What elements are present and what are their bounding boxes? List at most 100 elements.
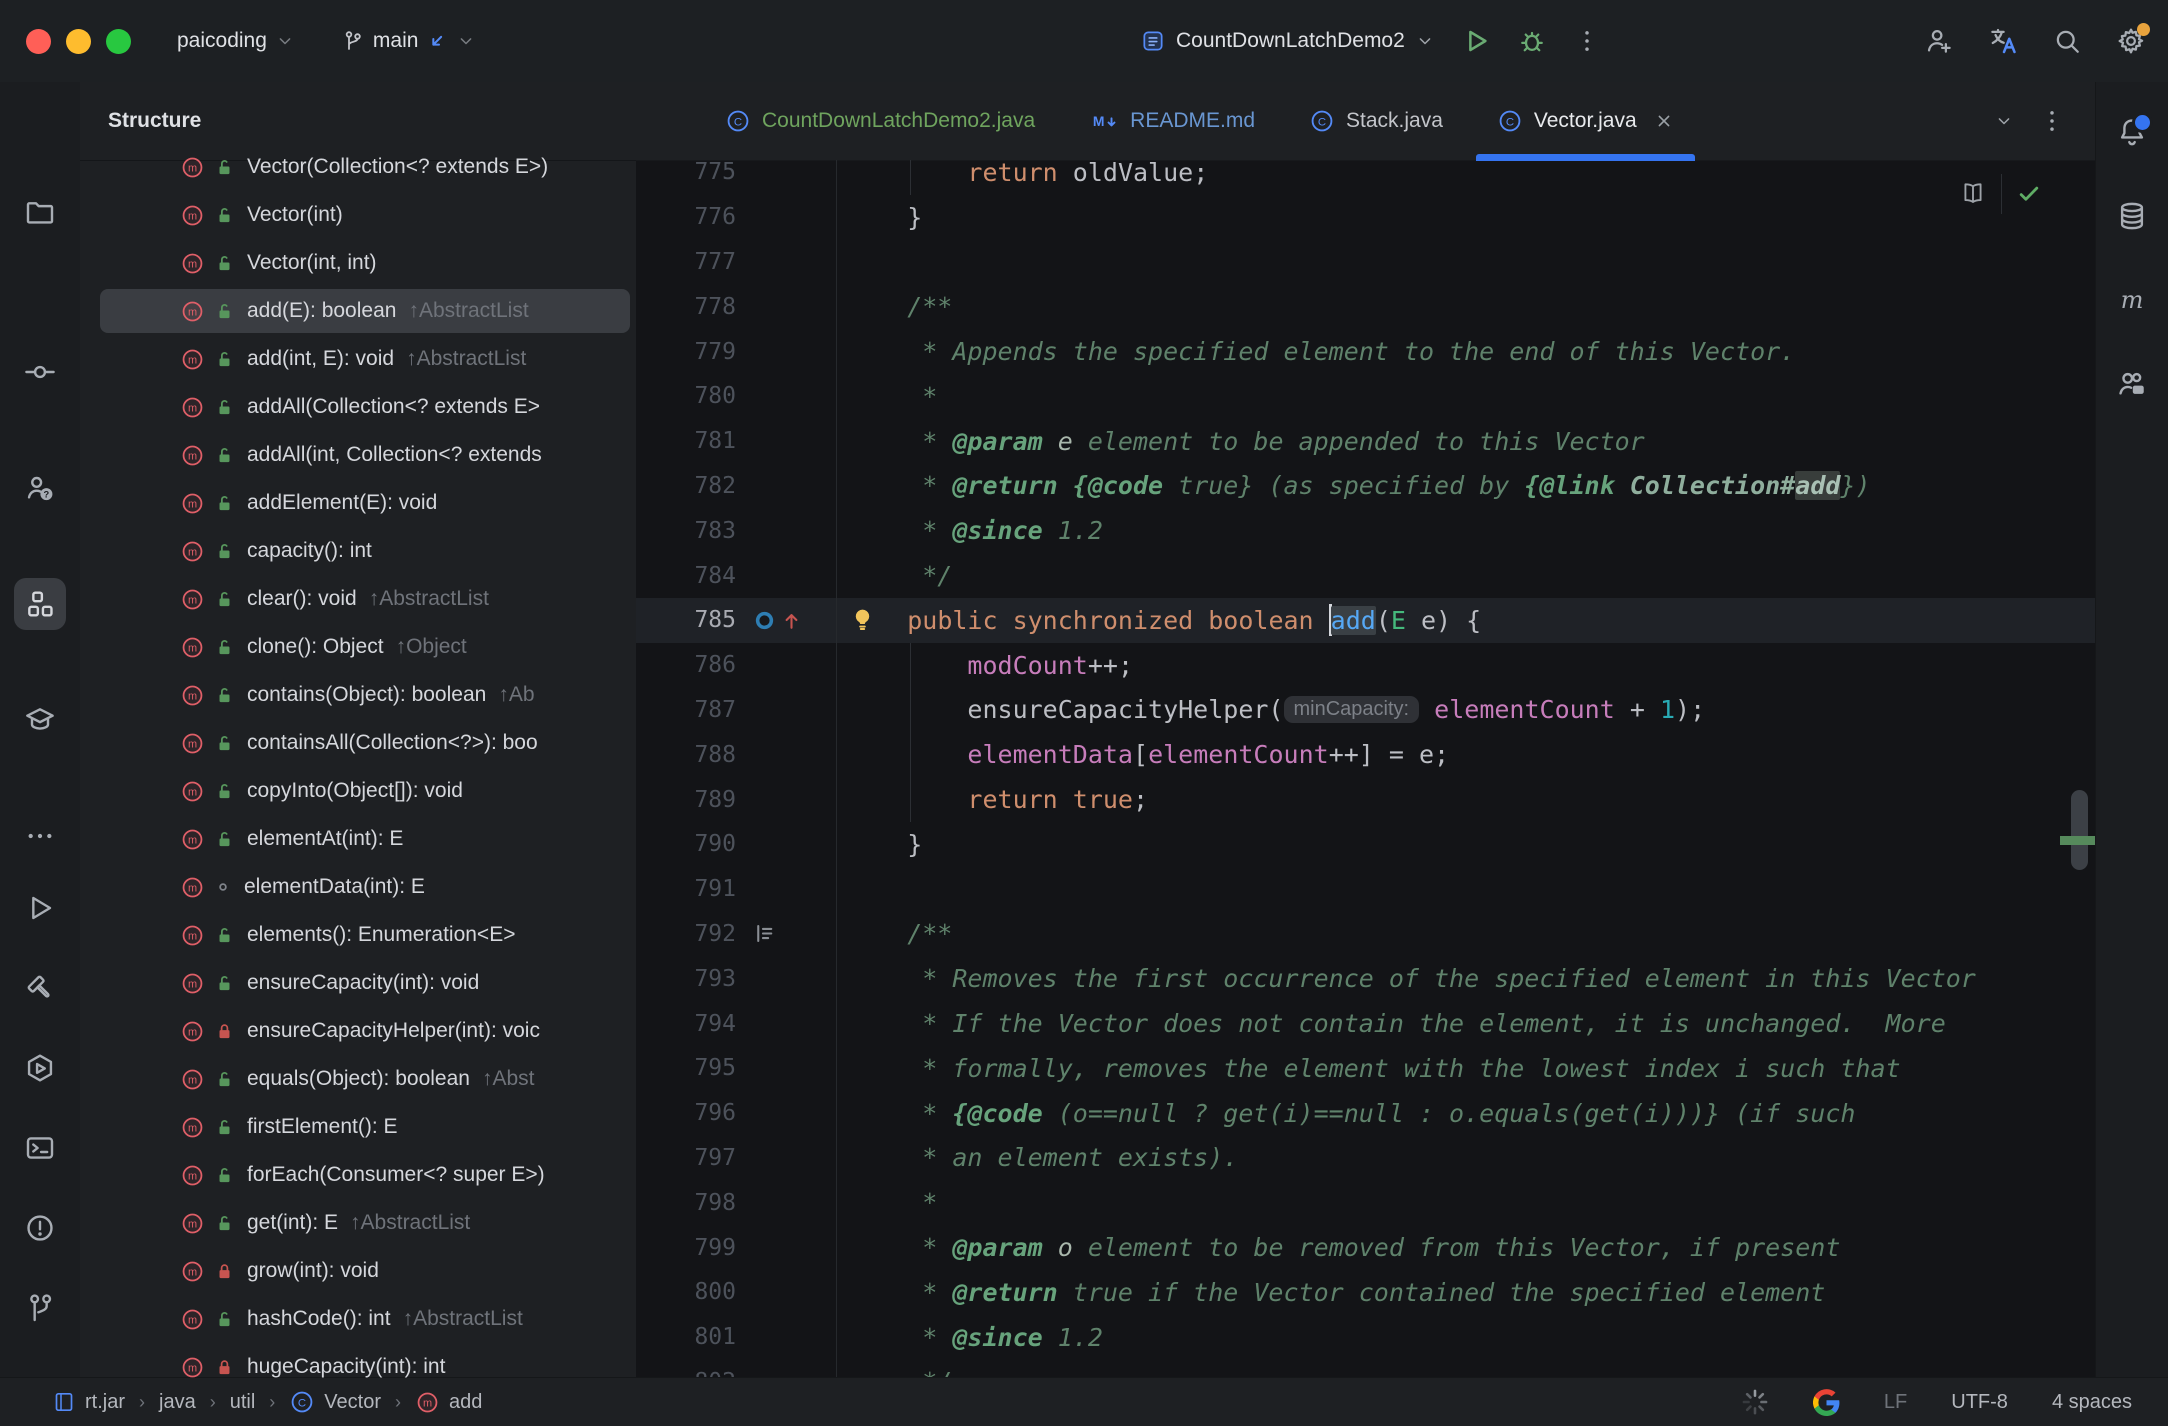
close-window-button[interactable] <box>26 29 51 54</box>
structure-item[interactable]: maddAll(int, Collection<? extends <box>80 431 636 479</box>
settings-button[interactable] <box>2116 26 2146 56</box>
maximize-window-button[interactable] <box>106 29 131 54</box>
line-number[interactable]: 798 <box>636 1190 746 1216</box>
project-selector[interactable]: paicoding <box>177 29 295 53</box>
line-number[interactable]: 775 <box>636 160 746 185</box>
line-number[interactable]: 780 <box>636 383 746 409</box>
structure-item[interactable]: mget(int): E↑AbstractList <box>80 1199 636 1247</box>
line-number[interactable]: 776 <box>636 204 746 230</box>
structure-item[interactable]: melementData(int): E <box>80 863 636 911</box>
line-number[interactable]: 790 <box>636 831 746 857</box>
line-number[interactable]: 793 <box>636 966 746 992</box>
translate-icon[interactable] <box>1988 26 2018 56</box>
line-number[interactable]: 792 <box>636 921 746 947</box>
line-number[interactable]: 789 <box>636 787 746 813</box>
override-dot-icon[interactable] <box>752 608 777 633</box>
structure-item[interactable]: mVector(Collection<? extends E>) <box>80 143 636 191</box>
code-line[interactable]: 792 /** <box>636 912 2096 957</box>
intention-lightbulb-icon[interactable] <box>849 607 876 634</box>
code-line[interactable]: 780 * <box>636 374 2096 419</box>
tab-list-chevron-icon[interactable] <box>1994 82 2014 160</box>
code-line[interactable]: 787 ensureCapacityHelper(minCapacity: el… <box>636 688 2096 733</box>
breadcrumb-item[interactable]: CVector <box>289 1389 381 1415</box>
line-number[interactable]: 801 <box>636 1324 746 1350</box>
code-line[interactable]: 775 return oldValue; <box>636 160 2096 195</box>
code-line[interactable]: 781 * @param e element to be appended to… <box>636 419 2096 464</box>
code-line[interactable]: 794 * If the Vector does not contain the… <box>636 1001 2096 1046</box>
structure-item[interactable]: mforEach(Consumer<? super E>) <box>80 1151 636 1199</box>
indent-widget[interactable]: 4 spaces <box>2052 1391 2132 1414</box>
services-tool[interactable] <box>14 1042 66 1094</box>
add-user-icon[interactable] <box>1924 26 1954 56</box>
code-line[interactable]: 783 * @since 1.2 <box>636 508 2096 553</box>
project-tool[interactable] <box>14 186 66 238</box>
code-line[interactable]: 802 */ <box>636 1360 2096 1378</box>
breadcrumb-item[interactable]: rt.jar <box>52 1390 125 1414</box>
code-line[interactable]: 779 * Appends the specified element to t… <box>636 329 2096 374</box>
more-run-actions-button[interactable] <box>1573 27 1601 55</box>
code-line[interactable]: 799 * @param o element to be removed fro… <box>636 1225 2096 1270</box>
arrow-up-red-icon[interactable] <box>779 608 804 633</box>
structure-item[interactable]: mhashCode(): int↑AbstractList <box>80 1295 636 1343</box>
structure-item[interactable]: mclear(): void↑AbstractList <box>80 575 636 623</box>
code-line[interactable]: 798 * <box>636 1180 2096 1225</box>
help-community-tool[interactable]: ? <box>14 462 66 514</box>
code-line[interactable]: 788 elementData[elementCount++] = e; <box>636 732 2096 777</box>
line-number[interactable]: 786 <box>636 652 746 678</box>
run-configuration-selector[interactable]: CountDownLatchDemo2 <box>1140 28 1435 54</box>
code-line[interactable]: 801 * @since 1.2 <box>636 1315 2096 1360</box>
line-number[interactable]: 784 <box>636 563 746 589</box>
line-number[interactable]: 788 <box>636 742 746 768</box>
code-line[interactable]: 795 * formally, removes the element with… <box>636 1046 2096 1091</box>
structure-item[interactable]: mensureCapacityHelper(int): voic <box>80 1007 636 1055</box>
tab-options-icon[interactable] <box>2038 82 2066 160</box>
editor[interactable]: 775 return oldValue;776 }777778 /**779 *… <box>636 160 2096 1378</box>
line-number[interactable]: 782 <box>636 473 746 499</box>
structure-item[interactable]: mVector(int, int) <box>80 239 636 287</box>
structure-item[interactable]: melements(): Enumeration<E> <box>80 911 636 959</box>
line-number[interactable]: 795 <box>636 1055 746 1081</box>
line-ending-widget[interactable]: LF <box>1884 1391 1907 1414</box>
version-control-tool[interactable] <box>14 1282 66 1334</box>
line-number[interactable]: 797 <box>636 1145 746 1171</box>
notifications[interactable] <box>2106 106 2158 158</box>
breadcrumb-item[interactable]: java <box>159 1391 196 1414</box>
learn-tool[interactable] <box>14 694 66 746</box>
code-with-me-tool[interactable] <box>2106 358 2158 410</box>
terminal-tool[interactable] <box>14 1122 66 1174</box>
line-number[interactable]: 791 <box>636 876 746 902</box>
code-line[interactable]: 793 * Removes the first occurrence of th… <box>636 956 2096 1001</box>
structure-item[interactable]: mcontainsAll(Collection<?>): boo <box>80 719 636 767</box>
line-number[interactable]: 796 <box>636 1100 746 1126</box>
minimize-window-button[interactable] <box>66 29 91 54</box>
structure-item[interactable]: madd(int, E): void↑AbstractList <box>80 335 636 383</box>
commit-tool[interactable] <box>14 346 66 398</box>
line-number[interactable]: 800 <box>636 1279 746 1305</box>
search-everywhere-icon[interactable] <box>2052 26 2082 56</box>
code-line[interactable]: 791 <box>636 867 2096 912</box>
breadcrumb-item[interactable]: madd <box>415 1390 482 1415</box>
code-line[interactable]: 797 * an element exists). <box>636 1136 2096 1181</box>
tab-Vector.java[interactable]: CVector.java <box>1470 82 1701 160</box>
structure-item[interactable]: mfirstElement(): E <box>80 1103 636 1151</box>
code-line[interactable]: 784 */ <box>636 553 2096 598</box>
code-line[interactable]: 786 modCount++; <box>636 643 2096 688</box>
debug-button[interactable] <box>1517 26 1547 56</box>
run-tool[interactable] <box>14 882 66 934</box>
maven-tool[interactable]: m <box>2106 274 2158 326</box>
structure-item[interactable]: mcontains(Object): boolean↑Ab <box>80 671 636 719</box>
run-button[interactable] <box>1461 26 1491 56</box>
code-line[interactable]: 800 * @return true if the Vector contain… <box>636 1270 2096 1315</box>
reader-mode-icon[interactable] <box>1959 180 1987 208</box>
code-line[interactable]: 777 <box>636 240 2096 285</box>
problems-tool[interactable] <box>14 1202 66 1254</box>
structure-item[interactable]: melementAt(int): E <box>80 815 636 863</box>
structure-item[interactable]: mclone(): Object↑Object <box>80 623 636 671</box>
database-tool[interactable] <box>2106 190 2158 242</box>
structure-item[interactable]: maddElement(E): void <box>80 479 636 527</box>
structure-item[interactable]: mVector(int) <box>80 191 636 239</box>
breadcrumb-item[interactable]: util <box>230 1391 256 1414</box>
build-tool[interactable] <box>14 962 66 1014</box>
editor-scrollbar-thumb[interactable] <box>2071 790 2088 870</box>
javadoc-toggle-icon[interactable] <box>752 921 777 946</box>
